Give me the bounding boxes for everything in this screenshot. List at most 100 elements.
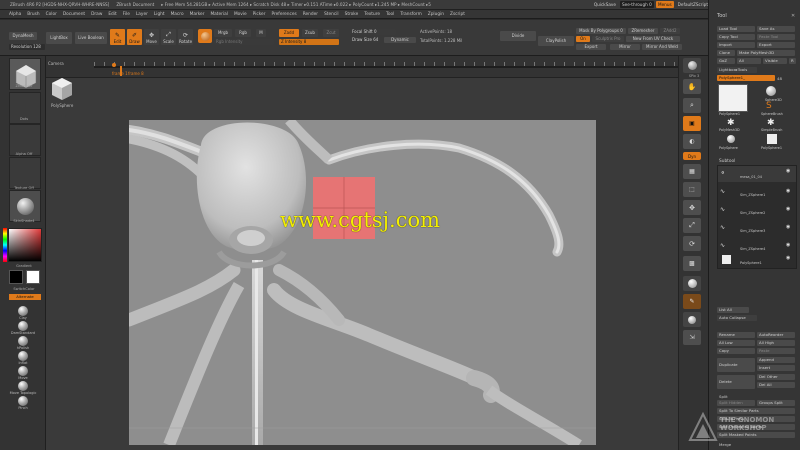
zremesher-button[interactable]: ZRemesher — [628, 28, 658, 34]
timeline-keyframe[interactable] — [112, 63, 116, 67]
all-button[interactable]: All — [737, 58, 761, 64]
dynamic-button[interactable]: Dynamic — [384, 37, 416, 43]
insert-button[interactable]: Insert — [757, 365, 795, 371]
menu-layer[interactable]: Layer — [136, 12, 148, 17]
draw-button[interactable]: ✐ Draw — [127, 29, 142, 45]
bpr-button[interactable] — [683, 58, 701, 73]
menu-edit[interactable]: Edit — [108, 12, 116, 17]
on-toggle[interactable]: On — [576, 36, 590, 42]
mirror-button[interactable]: Mirror — [610, 44, 640, 50]
del-other-button[interactable]: Del Other — [757, 374, 795, 380]
zcut-button[interactable]: Zcut — [323, 29, 339, 37]
subtool-eye-icon-2[interactable]: ◉ — [786, 206, 790, 212]
see-through-slider[interactable]: See-through 0 — [619, 1, 654, 8]
main-color-swatch[interactable] — [9, 270, 23, 284]
menu-file[interactable]: File — [123, 12, 130, 17]
paste-subtool-button[interactable]: Paste — [757, 348, 795, 354]
menu-picker[interactable]: Picker — [253, 12, 266, 17]
rgb-button[interactable]: Rgb — [235, 29, 251, 37]
groups-split-button[interactable]: Groups Split — [757, 400, 795, 406]
hpolish-brush[interactable]: hPolish — [14, 336, 32, 350]
divide-button[interactable]: Divide — [500, 31, 536, 41]
paste-tool-button[interactable]: Paste Tool — [757, 34, 795, 40]
live-boolean-button[interactable]: Live Boolean — [75, 32, 107, 44]
export-shelf-button[interactable]: Export — [576, 44, 606, 50]
export-button[interactable]: Export — [757, 42, 795, 48]
menu-draw[interactable]: Draw — [91, 12, 102, 17]
copy-tool-button[interactable]: Copy Tool — [717, 34, 755, 40]
z-intensity-slider[interactable]: Z Intensity 8 — [279, 39, 339, 45]
save-as-button[interactable]: Save As — [757, 26, 795, 32]
hue-strip[interactable] — [3, 228, 7, 262]
xpose-button[interactable]: ⇲ — [683, 330, 701, 345]
canvas-viewport[interactable] — [129, 120, 596, 445]
floor-button[interactable]: ▦ — [683, 164, 701, 179]
subtool-row-3[interactable]: ∿ Sim_ZSphere3 ◉ — [718, 220, 796, 236]
rename-button[interactable]: Rename — [717, 332, 755, 338]
split-hidden-button[interactable]: Split Hidden — [717, 400, 755, 406]
r-button[interactable]: R — [789, 58, 796, 64]
sculptris-pro-button[interactable]: Sculptris Pro — [592, 36, 624, 42]
mrgb-button[interactable]: Mrgb — [214, 29, 232, 37]
menu-macro[interactable]: Macro — [171, 12, 184, 17]
import-button[interactable]: Import — [717, 42, 755, 48]
rotate-button[interactable]: ⟳ Rotate — [178, 29, 193, 45]
zadd-button[interactable]: Zadd — [279, 29, 299, 37]
aahalf-button[interactable]: ◐ — [683, 134, 701, 149]
m-button[interactable]: M — [256, 29, 266, 37]
polyf-button[interactable]: ▩ — [683, 256, 701, 271]
menu-material[interactable]: Material — [210, 12, 227, 17]
make-polymesh-button[interactable]: Make PolyMesh3D — [737, 50, 795, 56]
scale-button[interactable]: ⤢ Scale — [161, 29, 176, 45]
all-high-button[interactable]: All High — [757, 340, 795, 346]
timeline-track[interactable] — [94, 66, 700, 68]
default-zscript-button[interactable]: DefaultZScript — [676, 1, 710, 8]
del-all-button[interactable]: Del All — [757, 382, 795, 388]
mask-by-polygroups-slider[interactable]: Mask By Polygroups 0 — [576, 28, 626, 34]
texture-thumb[interactable] — [9, 157, 41, 189]
mirror-and-weld-button[interactable]: Mirror And Weld — [642, 44, 682, 50]
solo-button[interactable] — [683, 312, 701, 327]
subtool-row-0[interactable]: ⚬ mesa_01_04 ◉ — [718, 166, 796, 182]
focal-shift-slider[interactable]: Focal Shift 0 — [350, 29, 396, 35]
copy-subtool-button[interactable]: Copy — [717, 348, 755, 354]
alternate-button[interactable]: Alternate — [9, 294, 41, 300]
polysphere-thumb[interactable] — [49, 76, 75, 102]
subtool-eye-icon-4[interactable]: ◉ — [786, 242, 790, 248]
clay-brush[interactable]: Clay — [14, 306, 32, 320]
split-section-title[interactable]: Split — [719, 394, 728, 399]
material-swatch[interactable] — [198, 29, 212, 43]
menu-zplugin[interactable]: Zplugin — [428, 12, 444, 17]
inflat-brush[interactable]: Inflat — [14, 351, 32, 365]
material-thumb[interactable] — [9, 190, 41, 222]
tool-thumb-spherebrush[interactable] — [763, 86, 779, 98]
switch-color-button[interactable]: SwitchColor — [2, 287, 46, 291]
menu-stroke[interactable]: Stroke — [345, 12, 359, 17]
menu-color[interactable]: Color — [46, 12, 57, 17]
list-all-button[interactable]: List All — [717, 307, 749, 313]
zadd2-button[interactable]: ZAdd2 — [660, 28, 680, 34]
menu-light[interactable]: Light — [154, 12, 165, 17]
menu-texture[interactable]: Texture — [364, 12, 380, 17]
frame-button[interactable]: ⬚ — [683, 182, 701, 197]
menus-toggle[interactable]: Menus — [655, 1, 674, 8]
color-picker[interactable] — [8, 228, 42, 262]
menu-brush[interactable]: Brush — [27, 12, 39, 17]
move-topologic-brush[interactable]: Move Topologic — [10, 381, 36, 395]
lightbox-tools-button[interactable]: Lightbox▸Tools — [717, 67, 757, 73]
load-tool-button[interactable]: Load Tool — [717, 26, 755, 32]
delete-button[interactable]: Delete — [717, 375, 755, 389]
clone-button[interactable]: Clone — [717, 50, 735, 56]
duplicate-button[interactable]: Duplicate — [717, 358, 755, 372]
subtool-row-2[interactable]: ∿ Sim_ZSphere2 ◉ — [718, 202, 796, 218]
menu-zscript[interactable]: Zscript — [450, 12, 465, 17]
auto-collapse-button[interactable]: Auto Collapse — [717, 315, 757, 321]
dynamic-persp-button[interactable]: Dyn — [683, 152, 701, 160]
actual-button[interactable]: ▣ — [683, 116, 701, 131]
tool-thumb-simplebrush[interactable]: S — [766, 101, 778, 111]
secondary-color-swatch[interactable] — [26, 270, 40, 284]
tool-thumb-polymesh3d[interactable]: ✱ — [727, 118, 737, 128]
menu-document[interactable]: Document — [63, 12, 85, 17]
rotate-view-button[interactable]: ⟳ — [683, 236, 701, 251]
tool-thumb-polysphere1b[interactable] — [767, 134, 777, 144]
